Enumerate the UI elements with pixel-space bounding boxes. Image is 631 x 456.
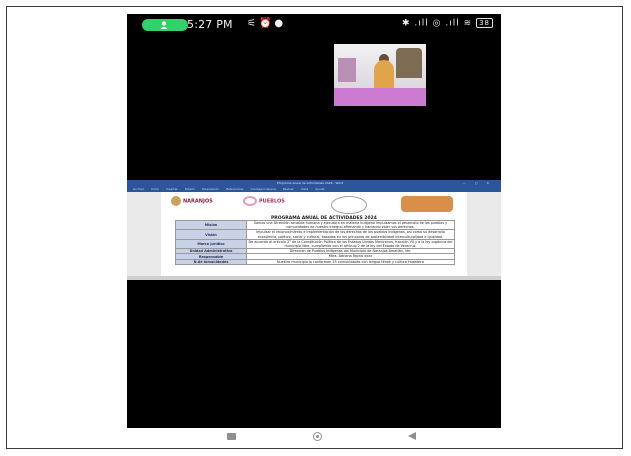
bluetooth-icon: ✱ xyxy=(402,18,411,29)
word-title-bar: Programa Anual de Actividades 2024 - Wor… xyxy=(127,180,501,187)
home-dot-icon xyxy=(316,435,319,438)
row-value: De acuerdo al artículo 2° de la Constitu… xyxy=(246,238,455,250)
row-value: Nuestro municipio lo conforman 25 comuni… xyxy=(246,258,455,265)
signal-icon: .ıll xyxy=(414,18,429,29)
document-header-logos: NARANJOS PUEBLOS xyxy=(161,194,467,216)
partner-logo xyxy=(401,196,453,212)
table-row: N.de Inmunidades Nuestro municipio lo co… xyxy=(175,258,455,265)
window-controls[interactable]: — ▢ ✕ xyxy=(463,180,493,187)
row-label: Visión xyxy=(175,229,247,240)
phone-screen: 5:27 PM ⚟⏰● ✱ .ıll ◎ .ıll ≋ 38 Programa … xyxy=(127,14,501,428)
status-bar: 5:27 PM ⚟⏰● ✱ .ıll ◎ .ıll ≋ 38 xyxy=(127,14,501,36)
signal-icon: .ıll xyxy=(445,18,460,29)
shared-document-view[interactable]: Programa Anual de Actividades 2024 - Wor… xyxy=(127,180,501,280)
row-label: N.de Inmunidades xyxy=(175,258,247,265)
battery-icon: 38 xyxy=(476,18,493,28)
row-value: Somos una Dirección sensible humana y ej… xyxy=(246,219,455,231)
row-label: Marco Jurídico xyxy=(175,238,247,250)
android-nav-bar xyxy=(127,428,501,448)
chat-icon: ● xyxy=(274,18,287,29)
ribbon-tab[interactable]: Vista xyxy=(301,187,308,191)
naranjos-logo: NARANJOS xyxy=(171,196,213,214)
program-table: Misión Somos una Dirección sensible huma… xyxy=(175,219,455,265)
row-value: Impulsar el reconocimiento e implementac… xyxy=(246,229,455,240)
status-right-icons: ✱ .ıll ◎ .ıll ≋ 38 xyxy=(402,18,493,29)
pip-shelf xyxy=(338,58,356,82)
table-row: Marco Jurídico De acuerdo al artículo 2°… xyxy=(175,238,455,250)
pueblos-swirl-icon xyxy=(243,196,257,206)
pip-desk xyxy=(334,88,426,106)
window-title: Programa Anual de Actividades 2024 - Wor… xyxy=(277,181,344,185)
ribbon-tab[interactable]: Referencias xyxy=(226,187,244,191)
row-label: Misión xyxy=(175,219,247,231)
ribbon-tab[interactable]: Inicio xyxy=(151,187,159,191)
pip-furniture xyxy=(396,48,422,78)
ribbon-tab[interactable]: Disposición xyxy=(202,187,219,191)
ribbon-tab[interactable]: Ayuda xyxy=(315,187,324,191)
back-button[interactable] xyxy=(408,432,416,440)
status-notification-icons: ⚟⏰● xyxy=(247,18,286,29)
table-row: Misión Somos una Dirección sensible huma… xyxy=(175,219,455,231)
pueblos-logo: PUEBLOS xyxy=(243,196,285,214)
hd-icon: ◎ xyxy=(432,18,442,29)
ribbon-tab[interactable]: Correspondencia xyxy=(251,187,276,191)
video-call-pip[interactable] xyxy=(334,44,426,106)
institution-emblem xyxy=(331,196,367,214)
ribbon-tab[interactable]: Revisar xyxy=(283,187,294,191)
horizontal-scrollbar[interactable] xyxy=(127,276,501,280)
municipal-seal-icon xyxy=(171,196,181,206)
wifi-icon: ≋ xyxy=(463,18,473,29)
table-row: Visión Impulsar el reconocimiento e impl… xyxy=(175,229,455,240)
status-time: 5:27 PM xyxy=(187,18,233,31)
person-icon xyxy=(160,21,168,29)
document-page: NARANJOS PUEBLOS PROGRAMA ANUAL DE ACTIV… xyxy=(161,192,467,276)
notification-icon: ⚟ xyxy=(247,18,259,29)
ribbon-tab[interactable]: Insertar xyxy=(166,187,178,191)
ribbon-tab[interactable]: Diseño xyxy=(185,187,195,191)
home-button[interactable] xyxy=(313,432,322,441)
ribbon-tab[interactable]: Archivo xyxy=(133,187,144,191)
alarm-icon: ⏰ xyxy=(258,18,275,29)
ongoing-call-pill[interactable] xyxy=(142,19,188,31)
recents-button[interactable] xyxy=(227,433,236,440)
pip-person xyxy=(374,60,394,90)
